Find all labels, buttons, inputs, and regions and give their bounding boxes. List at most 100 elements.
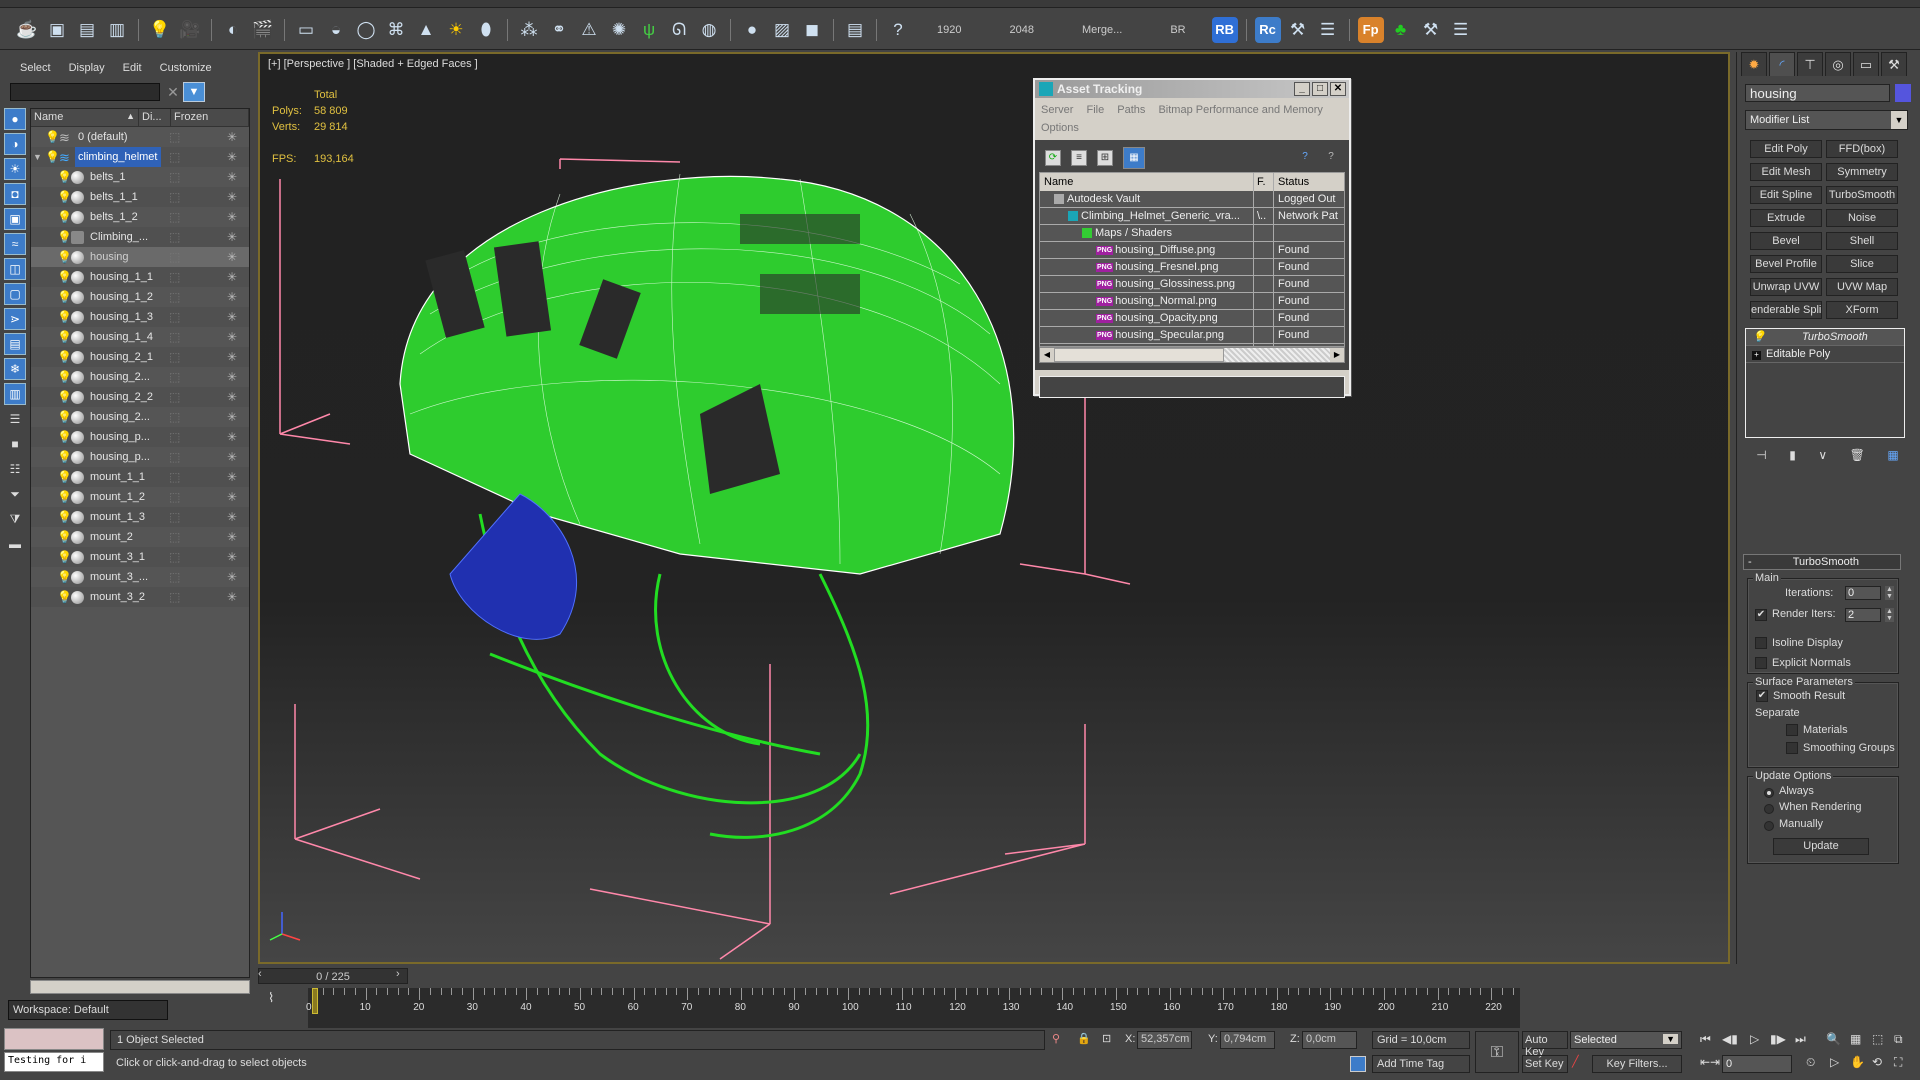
scene-row[interactable]: 💡 mount_1_1 ⬚ ✳ xyxy=(31,467,249,487)
asset-row[interactable]: PNG housing_FresneI.png Found xyxy=(1040,259,1344,276)
visibility-bulb-icon[interactable]: 💡 xyxy=(57,310,72,324)
display-box-icon[interactable]: ⬚ xyxy=(169,150,180,164)
camera-physical-icon[interactable]: 🎬 xyxy=(250,17,276,43)
update-when-rendering-radio[interactable] xyxy=(1764,804,1774,814)
fur-icon[interactable]: ✺ xyxy=(606,17,632,43)
maximize-viewport-icon[interactable]: ⛶ xyxy=(1894,1055,1902,1070)
scene-row[interactable]: 💡 housing_1_1 ⬚ ✳ xyxy=(31,267,249,287)
smoothing-groups-checkbox[interactable] xyxy=(1786,742,1798,754)
visibility-bulb-icon[interactable]: 💡 xyxy=(57,450,72,464)
display-box-icon[interactable]: ⬚ xyxy=(169,330,180,344)
visibility-bulb-icon[interactable]: 💡 xyxy=(57,230,72,244)
batch-icon[interactable]: ▤ xyxy=(842,17,868,43)
freeze-icon[interactable]: ✳ xyxy=(227,450,237,464)
menu-customize[interactable]: Customize xyxy=(160,62,212,74)
visibility-bulb-icon[interactable]: 💡 xyxy=(57,550,72,564)
display-box-icon[interactable]: ⬚ xyxy=(169,230,180,244)
time-slider-next-icon[interactable]: › xyxy=(396,968,410,980)
go-to-end-icon[interactable]: ⏭ xyxy=(1795,1032,1806,1047)
scene-row[interactable]: 💡 housing_p... ⬚ ✳ xyxy=(31,447,249,467)
asset-row[interactable]: PNG housing_Opacity.png Found xyxy=(1040,310,1344,327)
refresh-icon[interactable]: ⟳ xyxy=(1045,150,1061,166)
display-box-icon[interactable]: ⬚ xyxy=(169,450,180,464)
modifier-button[interactable]: UVW Map xyxy=(1826,278,1898,296)
visibility-bulb-icon[interactable]: 💡 xyxy=(57,590,72,604)
time-slider-prev-icon[interactable]: ‹ xyxy=(258,968,272,980)
go-to-start-icon[interactable]: ⏮ xyxy=(1700,1032,1711,1047)
scene-row[interactable]: 💡 mount_3_... ⬚ ✳ xyxy=(31,567,249,587)
tower-icon[interactable]: ⚠ xyxy=(576,17,602,43)
forest-icon[interactable]: ♣ xyxy=(1388,17,1414,43)
pan-view-icon[interactable]: ✋ xyxy=(1850,1055,1865,1069)
mesh-light-icon[interactable]: ⌘ xyxy=(383,17,409,43)
visibility-bulb-icon[interactable]: 💡 xyxy=(57,410,72,424)
display-box-icon[interactable]: ⬚ xyxy=(169,490,180,504)
display-box-icon[interactable]: ⬚ xyxy=(169,170,180,184)
asset-row[interactable]: Maps / Shaders xyxy=(1040,225,1344,242)
asset-row[interactable]: PNG housing_Glossiness.png Found xyxy=(1040,276,1344,293)
current-frame-field[interactable]: 0 xyxy=(1722,1055,1792,1073)
sphere-icon[interactable]: ● xyxy=(739,17,765,43)
scene-row[interactable]: 💡 ≋ 0 (default) ⬚ ✳ xyxy=(31,127,249,147)
expand-arrow-icon[interactable]: ▼ xyxy=(33,152,42,162)
freeze-icon[interactable]: ✳ xyxy=(227,230,237,244)
visibility-bulb-icon[interactable]: 💡 xyxy=(57,290,72,304)
camera-icon[interactable]: 🎥 xyxy=(177,17,203,43)
next-frame-icon[interactable]: ▮▶ xyxy=(1770,1032,1786,1046)
sphere-light-icon[interactable]: ◒ xyxy=(323,17,349,43)
time-slider[interactable]: 0 / 225 xyxy=(258,968,408,984)
time-tag-icon[interactable] xyxy=(1350,1056,1366,1072)
modifier-button[interactable]: Symmetry xyxy=(1826,163,1898,181)
freeze-icon[interactable]: ✳ xyxy=(227,270,237,284)
display-box-icon[interactable]: ⬚ xyxy=(169,190,180,204)
time-config-icon[interactable]: ⏲ xyxy=(1806,1055,1815,1070)
modifier-button[interactable]: Bevel Profile xyxy=(1750,255,1822,273)
freeze-icon[interactable]: ✳ xyxy=(227,390,237,404)
perspective-viewport[interactable]: [+] [Perspective ] [Shaded + Edged Faces… xyxy=(258,52,1730,964)
visibility-bulb-icon[interactable]: 💡 xyxy=(57,370,72,384)
zoom-icon[interactable]: 🔍 xyxy=(1826,1032,1841,1046)
asset-row[interactable]: Climbing_Helmet_Generic_vra... \.. Network… xyxy=(1040,208,1344,225)
display-box-icon[interactable]: ⬚ xyxy=(169,470,180,484)
key-mode-toggle-icon[interactable]: ⇤⇥ xyxy=(1700,1055,1720,1069)
bitmap-icon[interactable]: ▨ xyxy=(769,17,795,43)
lightbulb-icon[interactable]: 💡 xyxy=(1752,329,1766,346)
modifier-button[interactable]: Shell xyxy=(1826,232,1898,250)
scene-row[interactable]: 💡 belts_1 ⬚ ✳ xyxy=(31,167,249,187)
menu-display[interactable]: Display xyxy=(69,62,105,74)
modifier-button[interactable]: Bevel xyxy=(1750,232,1822,250)
ox-icon[interactable]: ◍ xyxy=(696,17,722,43)
scene-row[interactable]: 💡 housing_p... ⬚ ✳ xyxy=(31,427,249,447)
freeze-icon[interactable]: ✳ xyxy=(227,310,237,324)
disc-light-icon[interactable]: ◯ xyxy=(353,17,379,43)
maxscript-listener-mini[interactable] xyxy=(4,1028,104,1050)
update-manually-radio[interactable] xyxy=(1764,821,1774,831)
freeze-icon[interactable]: ✳ xyxy=(227,330,237,344)
geometry-filter-icon[interactable]: ● xyxy=(4,108,26,130)
current-frame-marker[interactable] xyxy=(312,988,318,1014)
object-name-input[interactable] xyxy=(1745,84,1890,102)
scene-tree-hscrollbar[interactable] xyxy=(30,980,250,994)
display-box-icon[interactable]: ⬚ xyxy=(169,570,180,584)
bones-filter-icon[interactable]: ⋗ xyxy=(4,308,26,330)
scene-row[interactable]: 💡 housing_2... ⬚ ✳ xyxy=(31,367,249,387)
freeze-icon[interactable]: ✳ xyxy=(227,150,237,164)
menu-file[interactable]: File xyxy=(1086,104,1104,116)
xrefs-filter-icon[interactable]: ▢ xyxy=(4,283,26,305)
scene-row[interactable]: 💡 housing_1_2 ⬚ ✳ xyxy=(31,287,249,307)
lights-filter-icon[interactable]: ☀ xyxy=(4,158,26,180)
expand-plus-icon[interactable]: + xyxy=(1752,351,1761,360)
track-bar[interactable]: 0 10 20 30 40 50 60 70 80 90 100 110 120 130 140 150 160… xyxy=(306,988,1680,1028)
stack-item-turbosmooth[interactable]: 💡 TurboSmooth xyxy=(1746,329,1904,346)
toolbar-text-2[interactable]: Merge... xyxy=(1060,24,1144,36)
curve-editor-icon[interactable]: ⌇ xyxy=(268,990,274,1006)
close-button[interactable]: ✕ xyxy=(1330,82,1346,96)
modifier-button[interactable]: Extrude xyxy=(1750,209,1822,227)
workspace-dropdown[interactable]: Workspace: Default xyxy=(8,1000,168,1020)
visibility-bulb-icon[interactable]: 💡 xyxy=(57,470,72,484)
freeze-icon[interactable]: ✳ xyxy=(227,570,237,584)
context-help-icon[interactable]: ? xyxy=(1323,150,1339,166)
plane-light-icon[interactable]: ▭ xyxy=(293,17,319,43)
scene-row[interactable]: 💡 housing_2_1 ⬚ ✳ xyxy=(31,347,249,367)
asset-row[interactable]: PNG housing_Specular.png Found xyxy=(1040,327,1344,344)
